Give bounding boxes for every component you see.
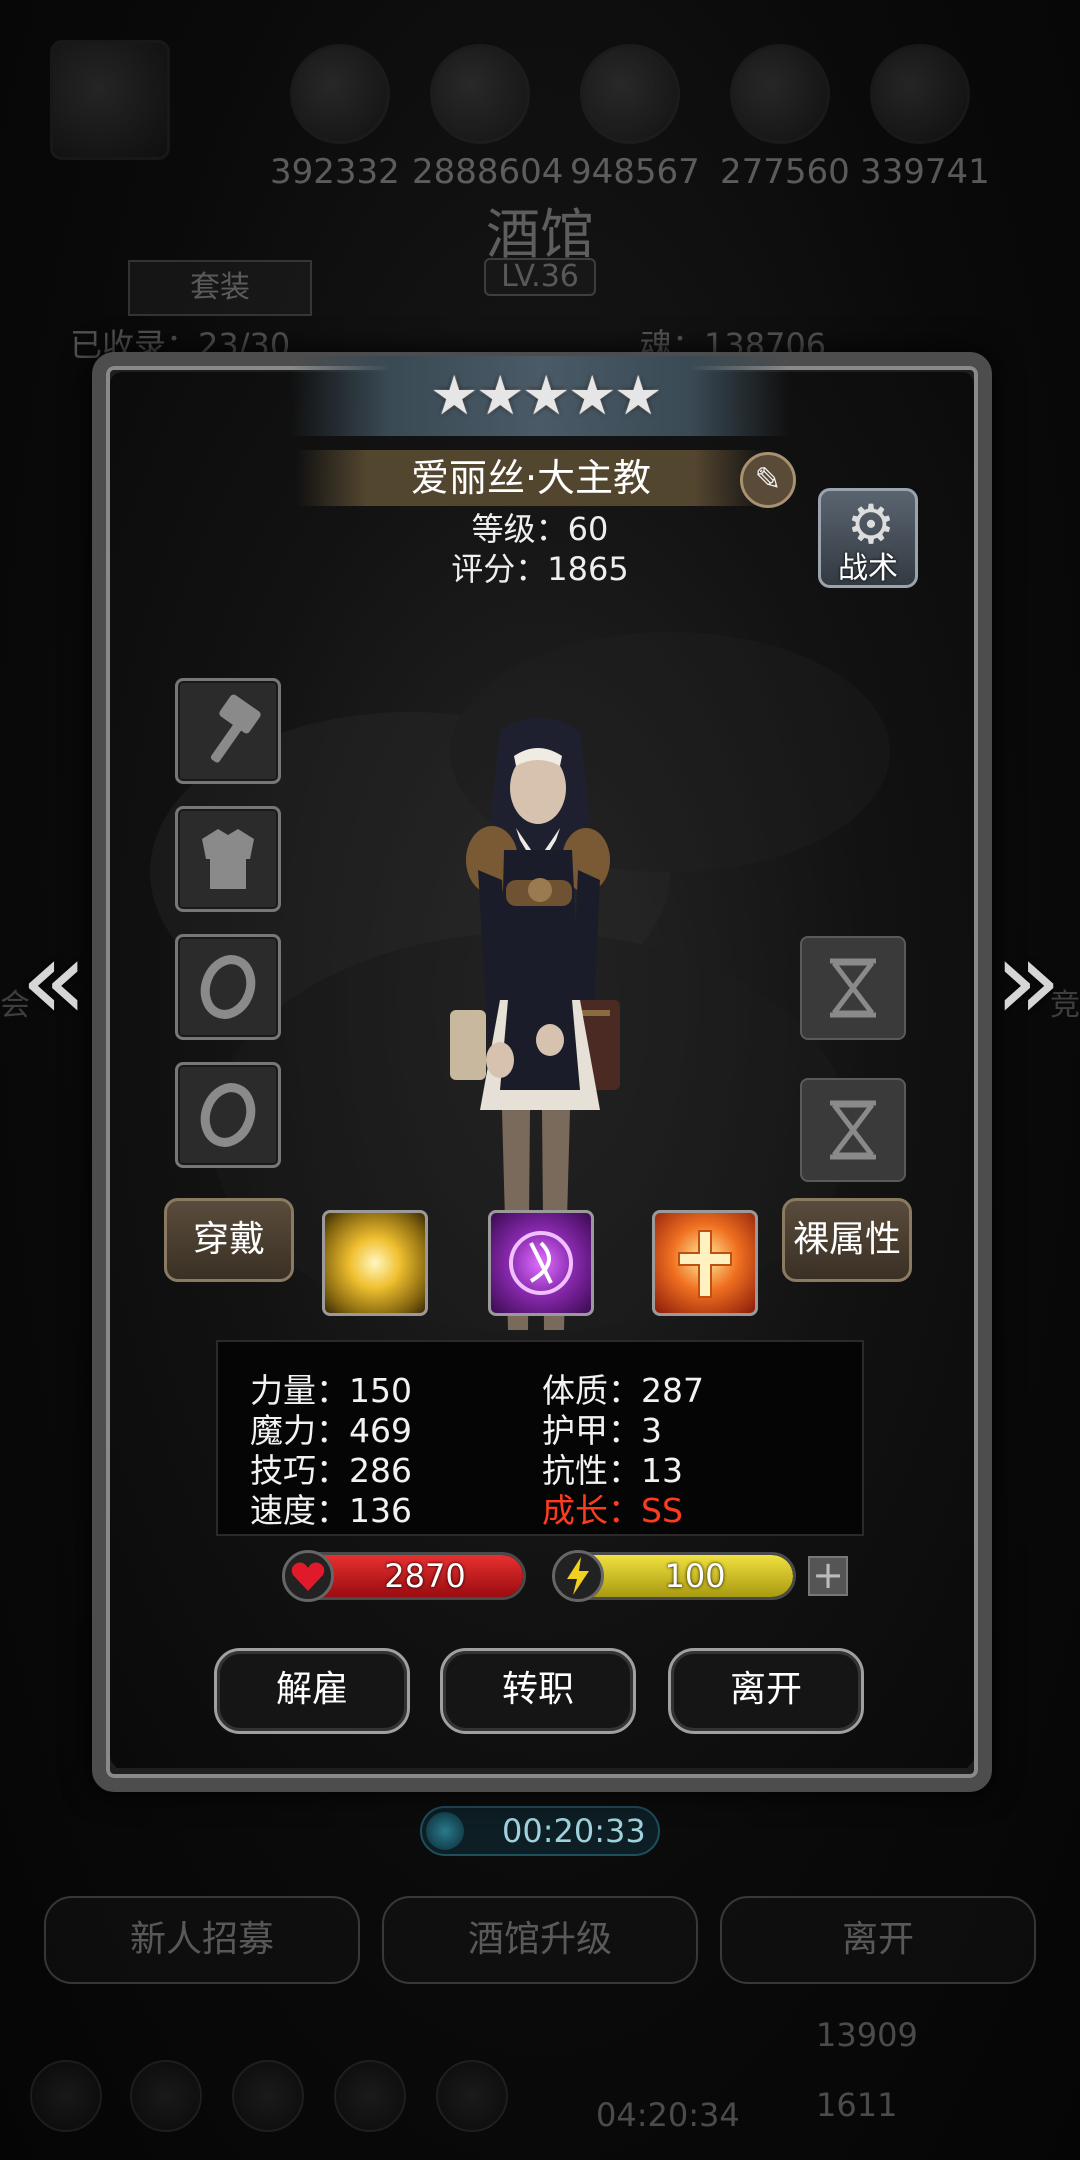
resource-value: 2888604: [412, 152, 564, 192]
ring-slot[interactable]: [175, 1062, 281, 1168]
timer-text: 00:20:33: [502, 1812, 646, 1850]
armor-slot[interactable]: [175, 806, 281, 912]
rune-skill-icon[interactable]: [488, 1210, 594, 1316]
dismiss-button[interactable]: 解雇: [214, 1648, 410, 1734]
pencil-icon: ✎: [754, 460, 782, 498]
hero-name: 爱丽丝·大主教: [410, 456, 652, 500]
star-icon: ★: [614, 364, 663, 427]
star-icon: ★: [476, 364, 525, 427]
accessory-slot[interactable]: [800, 1078, 906, 1182]
resource-icon: [430, 44, 530, 144]
resource-icon: [580, 44, 680, 144]
leave-button[interactable]: 离开: [668, 1648, 864, 1734]
hero-stars: ★ ★ ★ ★ ★: [430, 364, 662, 430]
ring-slot[interactable]: [175, 934, 281, 1040]
bottom-nav-icon[interactable]: [232, 2060, 304, 2132]
resource-value: 339741: [860, 152, 990, 192]
sunburst-skill-icon[interactable]: [322, 1210, 428, 1316]
ring-icon: [178, 1065, 278, 1165]
star-icon: ★: [568, 364, 617, 427]
stat-growth: 成长：SS: [542, 1491, 683, 1530]
next-hero-arrow[interactable]: »: [988, 920, 1068, 1040]
weapon-slot[interactable]: [175, 678, 281, 784]
tactics-label: 战术: [838, 551, 898, 586]
resource-icon: [290, 44, 390, 144]
energy-value: 100: [664, 1557, 726, 1595]
resource-bar: 392332 2888604 948567 277560 339741: [40, 40, 1040, 192]
hammer-icon: [178, 681, 278, 781]
resource-value: 277560: [720, 152, 850, 192]
lightning-icon: [552, 1550, 604, 1602]
tavern-level: LV.36: [484, 258, 596, 296]
resource-icon: [870, 44, 970, 144]
leave-tavern-button[interactable]: 离开: [720, 1896, 1036, 1984]
clock-icon: [426, 1812, 464, 1850]
naked-attributes-button[interactable]: 裸属性: [782, 1198, 912, 1282]
hero-score: 评分：1865: [451, 550, 629, 588]
tactics-button[interactable]: ⚙ 战术: [818, 488, 918, 588]
bottom-timer: 04:20:34: [596, 2096, 740, 2134]
bottom-counter: 1611: [816, 2086, 898, 2124]
accessory-slot[interactable]: [800, 936, 906, 1040]
bottom-nav-icon[interactable]: [436, 2060, 508, 2132]
bottom-nav-icon[interactable]: [334, 2060, 406, 2132]
edit-name-button[interactable]: ✎: [740, 452, 796, 508]
recruit-button[interactable]: 新人招募: [44, 1896, 360, 1984]
suit-tab[interactable]: 套装: [128, 260, 312, 316]
stat-speed: 速度：136: [250, 1491, 412, 1530]
holy-cross-skill-icon[interactable]: [652, 1210, 758, 1316]
bottom-nav-icon[interactable]: [130, 2060, 202, 2132]
wear-button[interactable]: 穿戴: [164, 1198, 294, 1282]
add-energy-button[interactable]: +: [808, 1556, 848, 1596]
bottom-counter: 13909: [816, 2016, 918, 2054]
resource-icon: [730, 44, 830, 144]
ring-icon: [178, 937, 278, 1037]
menu-icon[interactable]: [50, 40, 170, 160]
star-icon: ★: [430, 364, 479, 427]
armor-icon: [178, 809, 278, 909]
upgrade-tavern-button[interactable]: 酒馆升级: [382, 1896, 698, 1984]
hourglass-icon: [802, 1080, 904, 1180]
star-icon: ★: [522, 364, 571, 427]
previous-hero-arrow[interactable]: «: [14, 920, 94, 1040]
hp-value: 2870: [384, 1557, 466, 1595]
hourglass-icon: [802, 938, 904, 1038]
class-change-button[interactable]: 转职: [440, 1648, 636, 1734]
heart-icon: [282, 1550, 334, 1602]
bottom-nav-icon[interactable]: [30, 2060, 102, 2132]
tavern-timer: 00:20:33: [420, 1806, 660, 1856]
resource-value: 948567: [570, 152, 700, 192]
resource-value: 392332: [270, 152, 400, 192]
